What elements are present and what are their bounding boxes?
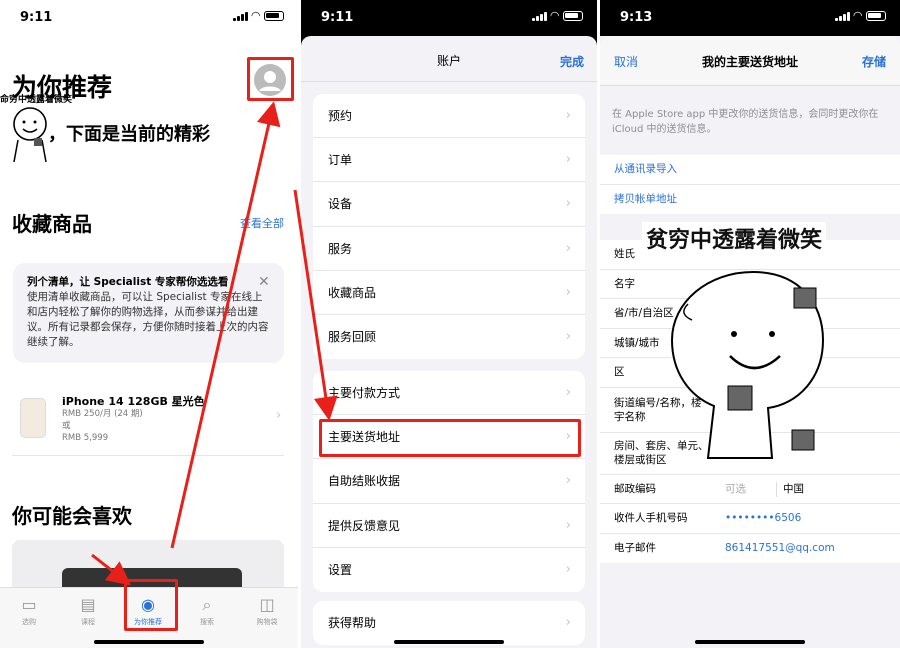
arrow-to-tab — [91, 553, 132, 586]
arrow-to-shipping — [293, 189, 338, 421]
arrow-to-avatar — [170, 101, 281, 549]
annotation-arrows — [91, 101, 338, 586]
